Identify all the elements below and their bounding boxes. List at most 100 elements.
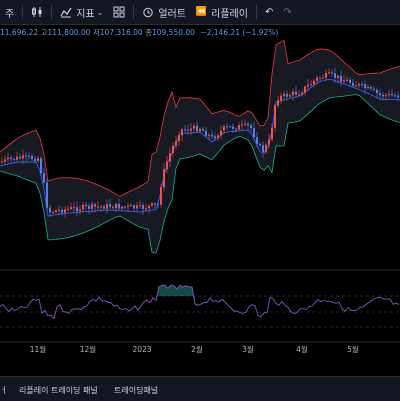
candle-body (97, 206, 99, 208)
candle-body (91, 204, 93, 209)
redo-button[interactable]: ↷ (278, 0, 296, 24)
candle-body (196, 125, 198, 132)
candle-body (301, 92, 303, 95)
candle-body (361, 84, 363, 86)
candle-body (31, 156, 33, 160)
candle-body (85, 204, 87, 206)
candle-body (148, 205, 150, 209)
candle-body (181, 129, 183, 136)
candle-body (331, 72, 333, 74)
candle-body (163, 169, 165, 188)
candle-body (151, 203, 153, 206)
candle-body (43, 173, 45, 183)
ohlc-legend: 11,696.22 고111,800.00 저107,316.00 종109,5… (0, 27, 400, 39)
high-value: 111,800.00 (47, 28, 91, 37)
candle-body (220, 130, 222, 136)
candle-body (394, 95, 396, 97)
candle-body (187, 129, 189, 131)
candle-body (46, 182, 48, 208)
toolbar-divider (51, 5, 53, 19)
replay-trading-panel-tab[interactable]: 리플레이 트레이딩 패널 (19, 385, 98, 396)
interval-selector[interactable]: 주 (0, 0, 19, 24)
candle-body (247, 123, 249, 126)
trading-panel-tab[interactable]: 트레이딩패널 (114, 385, 158, 396)
candle-body (397, 95, 399, 98)
xaxis-label: 11월 (30, 344, 47, 354)
replay-label: 리플레이 (211, 8, 248, 20)
top-toolbar: 주 지표 ⌄ 얼러트 ⏪ 리플레이 ↶ ↷ (0, 0, 400, 25)
candle-body (139, 205, 141, 207)
rsi-line (0, 284, 400, 320)
candle-body (352, 82, 354, 86)
candle-body (40, 158, 42, 174)
candle-body (142, 205, 144, 209)
candle-body (184, 129, 186, 131)
candle-body (232, 126, 234, 129)
templates-button[interactable] (108, 0, 130, 24)
candle-body (229, 126, 231, 128)
candle-body (157, 204, 159, 206)
close-label: 종 (145, 28, 152, 37)
close-value: 109,550.00 (151, 28, 195, 37)
candle-body (16, 156, 18, 160)
candle-body (340, 75, 342, 82)
candle-body (379, 93, 381, 95)
candle-body (115, 203, 117, 209)
candle-body (121, 206, 123, 209)
xaxis-label: 4월 (296, 344, 308, 354)
candle-body (22, 155, 24, 159)
candle-body (283, 93, 285, 96)
candle-body (217, 135, 219, 139)
candle-body (61, 209, 63, 213)
candle-body (388, 93, 390, 96)
candle-body (19, 156, 21, 159)
candle-body (376, 89, 378, 94)
candle-body (145, 208, 147, 210)
bollinger-fill (0, 40, 400, 254)
candle-body (136, 205, 138, 209)
candle-body (277, 100, 279, 106)
candle-body (280, 95, 282, 101)
toolbar-divider (133, 5, 135, 19)
open-value: 11,696.22 (0, 28, 39, 37)
candle-body (202, 129, 204, 131)
candle-body (67, 208, 69, 210)
replay-button[interactable]: ⏪ 리플레이 (191, 0, 253, 24)
candle-body (292, 91, 294, 96)
toolbar-divider (22, 5, 24, 19)
candle-body (58, 209, 60, 211)
candle-body (118, 203, 120, 209)
candle-body (235, 128, 237, 130)
alert-button[interactable]: 얼러트 (137, 0, 191, 24)
candle-body (223, 126, 225, 131)
candle-body (4, 159, 6, 162)
indicators-label: 지표 (76, 8, 95, 20)
bar-style-button[interactable] (26, 0, 48, 24)
candle-body (154, 203, 156, 205)
candle-body (307, 84, 309, 87)
low-label: 저 (92, 28, 100, 37)
candle-body (343, 80, 345, 82)
candle-body (364, 84, 366, 89)
panel-edge-label: ㅓ (0, 386, 8, 395)
change-value: −2,146.21 (−1.92%) (200, 28, 279, 37)
candle-body (328, 72, 330, 74)
candle-body (190, 128, 192, 131)
price-chart[interactable]: 11월 12월 2023 2월 3월 4월 5월 (0, 40, 400, 375)
candle-body (172, 145, 174, 154)
candle-body (130, 205, 132, 207)
candle-body (160, 187, 162, 205)
candle-body (49, 207, 51, 213)
candle-body (211, 134, 213, 137)
candle-body (241, 124, 243, 126)
xaxis-label: 2월 (191, 344, 203, 354)
indicators-button[interactable]: 지표 ⌄ (55, 0, 108, 24)
candle-body (349, 79, 351, 83)
candle-body (193, 125, 195, 129)
candle-body (370, 86, 372, 89)
candle-body (10, 157, 12, 160)
candle-body (313, 80, 315, 85)
toolbar-divider (255, 5, 257, 19)
undo-button[interactable]: ↶ (260, 0, 278, 24)
candle-body (214, 136, 216, 139)
